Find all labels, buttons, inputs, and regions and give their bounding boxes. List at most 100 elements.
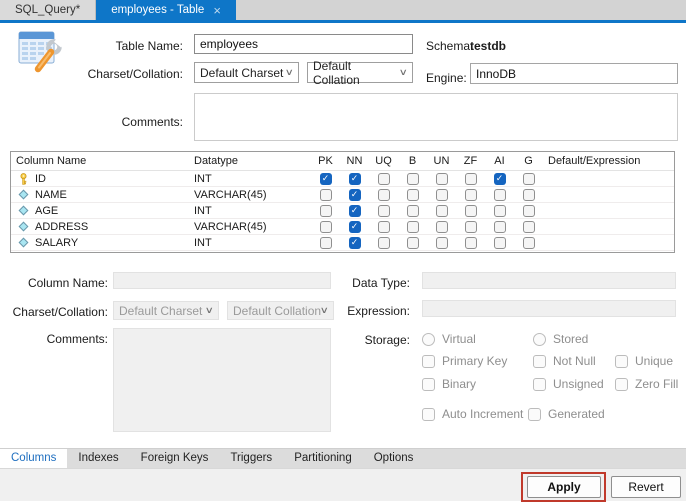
pk-checkbox[interactable] — [320, 205, 332, 217]
table-editor-window: SQL_Query*employees - Table× Table Name:… — [0, 0, 686, 501]
g-checkbox[interactable] — [523, 237, 535, 249]
flag-cell-g — [514, 221, 543, 233]
g-checkbox[interactable] — [523, 205, 535, 217]
flag-cell-uq — [369, 189, 398, 201]
column-charset-dropdown: Default Charset ∨ — [113, 301, 219, 320]
un-checkbox[interactable] — [436, 205, 448, 217]
flag-cell-nn: ✓ — [340, 237, 369, 249]
flag-cell-nn: ✓ — [340, 189, 369, 201]
zf-checkbox[interactable] — [465, 237, 477, 249]
flag-cell-un — [427, 173, 456, 185]
tab-indexes[interactable]: Indexes — [67, 449, 129, 468]
nn-checkbox[interactable]: ✓ — [349, 205, 361, 217]
charset-dropdown[interactable]: Default Charset ∨ — [194, 62, 299, 83]
column-charset-collation-label: Charset/Collation: — [0, 305, 108, 319]
tab-employees-table[interactable]: employees - Table× — [96, 0, 236, 20]
pk-checkbox[interactable] — [320, 237, 332, 249]
nn-checkbox[interactable]: ✓ — [349, 189, 361, 201]
collation-dropdown[interactable]: Default Collation ∨ — [307, 62, 413, 83]
unsigned-checkbox: Unsigned — [533, 377, 604, 391]
ai-checkbox[interactable] — [494, 221, 506, 233]
grid-header-default-expression: Default/Expression — [543, 155, 674, 167]
pk-checkbox[interactable] — [320, 189, 332, 201]
uq-checkbox[interactable] — [378, 205, 390, 217]
table-row[interactable]: ADDRESSVARCHAR(45)✓ — [11, 219, 674, 235]
table-row[interactable]: IDINT✓✓✓ — [11, 171, 674, 187]
flag-cell-b — [398, 189, 427, 201]
column-name: SALARY — [35, 237, 78, 249]
ai-checkbox[interactable] — [494, 189, 506, 201]
diamond-icon — [17, 189, 29, 201]
tab-triggers[interactable]: Triggers — [219, 449, 283, 468]
zf-checkbox[interactable] — [465, 189, 477, 201]
auto-increment-label: Auto Increment — [442, 407, 523, 421]
revert-button[interactable]: Revert — [611, 476, 681, 498]
ai-checkbox[interactable] — [494, 237, 506, 249]
flag-cell-pk: ✓ — [311, 173, 340, 185]
tab-options[interactable]: Options — [363, 449, 425, 468]
b-checkbox[interactable] — [407, 237, 419, 249]
nn-checkbox[interactable]: ✓ — [349, 237, 361, 249]
b-checkbox[interactable] — [407, 189, 419, 201]
flag-cell-uq — [369, 205, 398, 217]
zf-checkbox[interactable] — [465, 221, 477, 233]
flag-cell-ai: ✓ — [485, 173, 514, 185]
binary-label: Binary — [442, 377, 476, 391]
g-checkbox[interactable] — [523, 221, 535, 233]
g-checkbox[interactable] — [523, 173, 535, 185]
close-icon[interactable]: × — [213, 4, 221, 17]
table-comments-textarea[interactable] — [194, 93, 678, 141]
engine-input[interactable] — [470, 63, 678, 84]
nn-checkbox[interactable]: ✓ — [349, 173, 361, 185]
table-name-input[interactable] — [194, 34, 413, 54]
key-icon — [17, 173, 29, 185]
table-row[interactable]: NAMEVARCHAR(45)✓ — [11, 187, 674, 203]
un-checkbox[interactable] — [436, 221, 448, 233]
tab-partitioning[interactable]: Partitioning — [283, 449, 363, 468]
pk-checkbox[interactable] — [320, 221, 332, 233]
flag-cell-pk — [311, 205, 340, 217]
ai-checkbox[interactable] — [494, 205, 506, 217]
un-checkbox[interactable] — [436, 189, 448, 201]
grid-header-pk: PK — [311, 155, 340, 167]
flag-cell-g — [514, 173, 543, 185]
grid-header-uq: UQ — [369, 155, 398, 167]
b-checkbox[interactable] — [407, 205, 419, 217]
pk-checkbox[interactable]: ✓ — [320, 173, 332, 185]
un-checkbox[interactable] — [436, 173, 448, 185]
g-checkbox[interactable] — [523, 189, 535, 201]
uq-checkbox[interactable] — [378, 237, 390, 249]
zf-checkbox[interactable] — [465, 205, 477, 217]
data-type-label: Data Type: — [295, 276, 410, 290]
b-checkbox[interactable] — [407, 173, 419, 185]
diamond-icon — [17, 221, 29, 233]
un-checkbox[interactable] — [436, 237, 448, 249]
flag-cell-b — [398, 205, 427, 217]
nn-checkbox[interactable]: ✓ — [349, 221, 361, 233]
tab-sql-query[interactable]: SQL_Query* — [0, 0, 96, 20]
checkbox-icon — [528, 408, 541, 421]
uq-checkbox[interactable] — [378, 221, 390, 233]
flag-cell-ai — [485, 205, 514, 217]
storage-virtual-label: Virtual — [442, 332, 476, 346]
table-row[interactable]: AGEINT✓ — [11, 203, 674, 219]
column-name-cell: AGE — [11, 205, 189, 217]
tab-columns[interactable]: Columns — [0, 449, 67, 468]
zf-checkbox[interactable] — [465, 173, 477, 185]
checkbox-icon — [615, 378, 628, 391]
button-panel: Apply Revert — [0, 468, 686, 501]
tab-foreign-keys[interactable]: Foreign Keys — [130, 449, 220, 468]
checkbox-icon — [615, 355, 628, 368]
ai-checkbox[interactable]: ✓ — [494, 173, 506, 185]
grid-header-b: B — [398, 155, 427, 167]
apply-button[interactable]: Apply — [527, 476, 601, 498]
columns-grid: Column NameDatatypePKNNUQBUNZFAIGDefault… — [10, 151, 675, 253]
uq-checkbox[interactable] — [378, 173, 390, 185]
datatype-cell: VARCHAR(45) — [189, 221, 311, 233]
table-row[interactable]: SALARYINT✓ — [11, 235, 674, 251]
uq-checkbox[interactable] — [378, 189, 390, 201]
column-name: AGE — [35, 205, 58, 217]
b-checkbox[interactable] — [407, 221, 419, 233]
flag-cell-pk — [311, 189, 340, 201]
grid-header-datatype: Datatype — [189, 155, 311, 167]
